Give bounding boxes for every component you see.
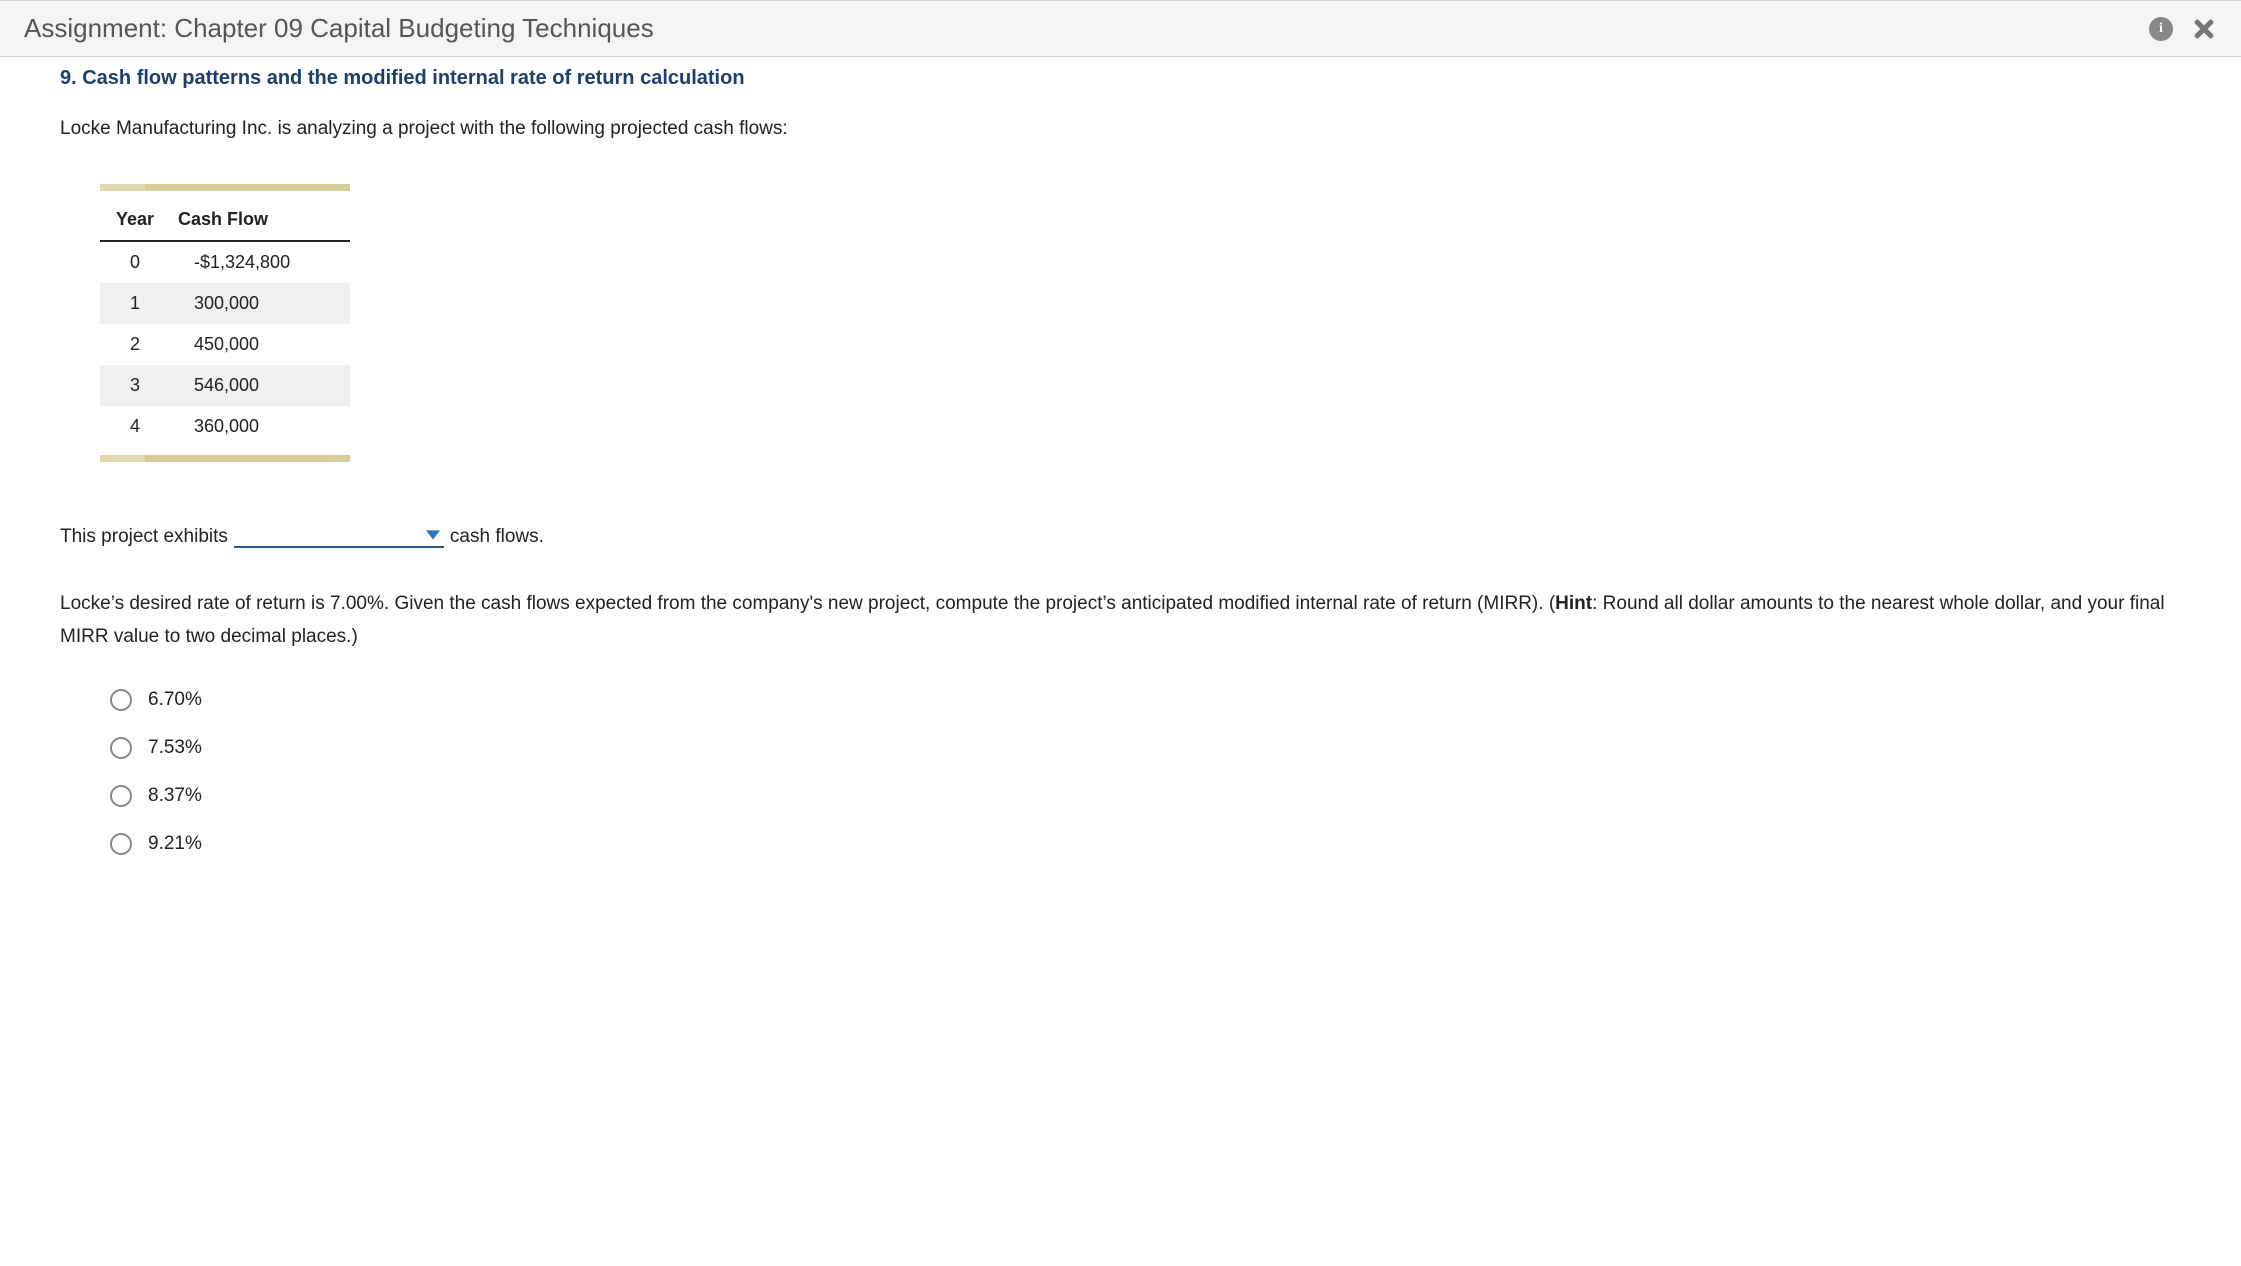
option-label: 6.70% [148,689,202,711]
cell-flow: 450,000 [170,324,350,365]
option-row[interactable]: 7.53% [110,737,2181,759]
close-icon[interactable] [2191,16,2217,42]
option-label: 8.37% [148,785,202,807]
table-header-row: Year Cash Flow [100,199,350,241]
option-label: 9.21% [148,833,202,855]
mirr-text-before: Locke’s desired rate of return is 7.00%.… [60,593,1555,614]
mirr-instruction: Locke’s desired rate of return is 7.00%.… [60,588,2181,653]
radio-icon [110,689,132,711]
blank-before-text: This project exhibits [60,526,228,548]
cell-flow: 546,000 [170,365,350,406]
cashflow-table: Year Cash Flow 0 -$1,324,800 1 300,000 2… [100,199,350,447]
cell-flow: 360,000 [170,406,350,447]
cell-year: 3 [100,365,170,406]
option-row[interactable]: 6.70% [110,689,2181,711]
assignment-header: Assignment: Chapter 09 Capital Budgeting… [0,0,2241,57]
table-bottom-accent [100,455,350,462]
table-top-accent [100,184,350,191]
blank-after-text: cash flows. [450,526,544,548]
cell-flow: -$1,324,800 [170,241,350,283]
table-row: 0 -$1,324,800 [100,241,350,283]
assignment-title: Assignment: Chapter 09 Capital Budgeting… [24,13,654,44]
option-row[interactable]: 8.37% [110,785,2181,807]
chevron-down-icon [426,528,440,542]
cell-year: 2 [100,324,170,365]
radio-icon [110,737,132,759]
question-heading: 9. Cash flow patterns and the modified i… [60,57,2181,114]
table-row: 3 546,000 [100,365,350,406]
table-row: 1 300,000 [100,283,350,324]
radio-icon [110,833,132,855]
cashflow-table-wrap: Year Cash Flow 0 -$1,324,800 1 300,000 2… [100,184,350,462]
hint-label: Hint [1555,593,1592,614]
cell-year: 0 [100,241,170,283]
fill-blank-sentence: This project exhibits cash flows. [60,522,2181,548]
answer-options: 6.70% 7.53% 8.37% 9.21% [60,689,2181,855]
cashflow-pattern-dropdown[interactable] [234,522,444,548]
table-row: 4 360,000 [100,406,350,447]
question-content: 9. Cash flow patterns and the modified i… [0,57,2241,921]
option-row[interactable]: 9.21% [110,833,2181,855]
info-icon[interactable]: i [2149,17,2173,41]
cell-year: 1 [100,283,170,324]
intro-text: Locke Manufacturing Inc. is analyzing a … [60,114,2181,144]
col-header-year: Year [100,199,170,241]
option-label: 7.53% [148,737,202,759]
cell-flow: 300,000 [170,283,350,324]
col-header-cashflow: Cash Flow [170,199,350,241]
table-row: 2 450,000 [100,324,350,365]
cell-year: 4 [100,406,170,447]
header-actions: i [2149,16,2217,42]
radio-icon [110,785,132,807]
